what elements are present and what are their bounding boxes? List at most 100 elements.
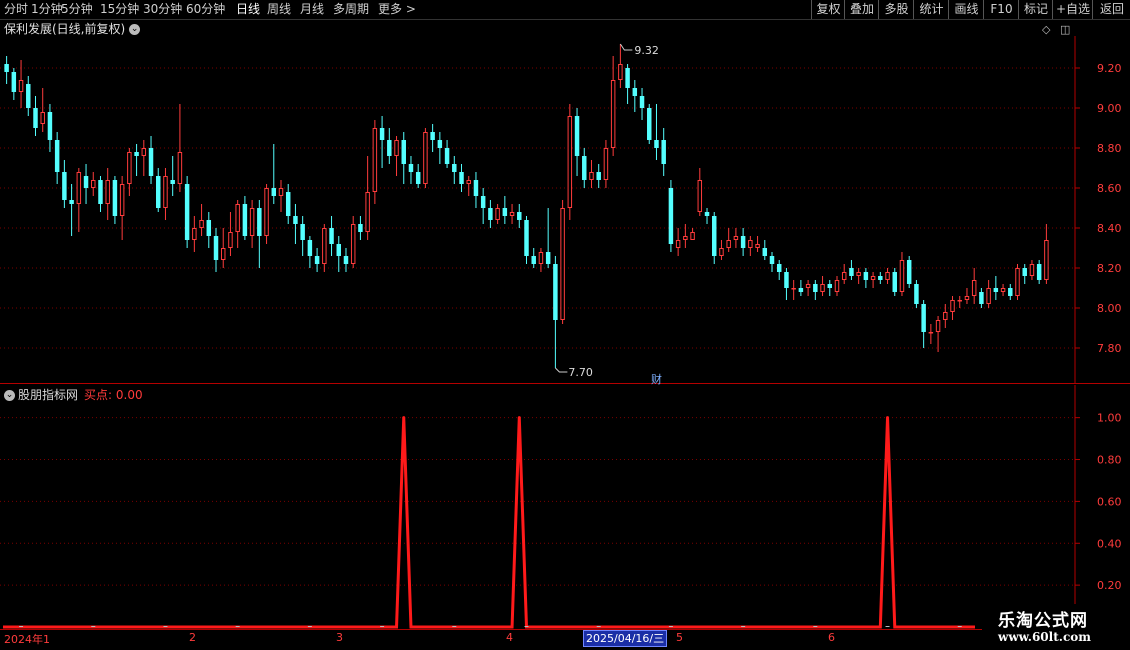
selected-date-label: 2025/04/16/三: [583, 630, 668, 647]
candle-body-up: [567, 116, 573, 208]
candle-body-up: [322, 228, 327, 264]
statistics-button[interactable]: 统计: [913, 0, 949, 19]
candle-body-up: [964, 296, 970, 300]
date-axis-label: 4: [506, 631, 513, 644]
candle-body-down: [574, 116, 580, 156]
candle-body-down: [430, 132, 435, 140]
candle-body-down: [242, 204, 248, 236]
candle-body-up: [249, 208, 255, 236]
date-axis-label: 6: [828, 631, 835, 644]
candle-body-up: [805, 284, 811, 288]
add-favorite-button[interactable]: +自选: [1052, 0, 1093, 19]
buy-signal-peak: [886, 416, 890, 420]
diamond-icon[interactable]: ◇: [1042, 23, 1050, 36]
buy-signal-chart[interactable]: 1.00 0.80 0.60 0.40 0.20: [0, 385, 1130, 630]
candle-body-down: [849, 268, 854, 276]
candle-body-down: [704, 212, 710, 216]
candle-body-down: [625, 68, 630, 88]
candle-body-up: [755, 244, 760, 248]
candle-body-down: [4, 64, 9, 72]
stock-title: 保利发展(日线,前复权): [4, 22, 126, 36]
watermark-url: www.60lt.com: [998, 630, 1091, 644]
candle-body-up: [199, 220, 204, 228]
baseline-marker: [452, 626, 457, 627]
date-axis-label: 5: [676, 631, 683, 644]
baseline-marker: [813, 626, 818, 627]
draw-line-button[interactable]: 画线: [948, 0, 984, 19]
candle-body-up: [943, 312, 948, 320]
candle-body-down: [62, 172, 67, 200]
overlay-button[interactable]: 叠加: [844, 0, 879, 19]
period-tab-daily[interactable]: 日线: [236, 1, 260, 18]
restore-rights-button[interactable]: 复权: [811, 0, 845, 19]
indicator-tick-label: 0.40: [1097, 537, 1122, 550]
period-tab-30min[interactable]: 30分钟: [143, 1, 182, 18]
chevron-down-icon[interactable]: ⌄: [129, 24, 141, 35]
candle-body-up: [235, 204, 240, 232]
panel-toggle-icon[interactable]: ◫: [1060, 23, 1070, 36]
multi-stock-button[interactable]: 多股: [878, 0, 914, 19]
candle-body-down: [776, 264, 782, 272]
indicator-tick-label: 0.80: [1097, 454, 1122, 467]
candlestick-chart[interactable]: 9.32 7.70 9.20 9.00 8.80 8.60 8.40 8.20 8.00 7.8…: [0, 36, 1130, 384]
candle-body-down: [921, 304, 926, 332]
period-tab-1min[interactable]: 1分钟: [31, 1, 63, 18]
candle-body-up: [675, 240, 681, 248]
candle-body-up: [264, 188, 269, 236]
price-tick-label: 9.20: [1097, 62, 1122, 75]
candle-body-down: [156, 176, 161, 208]
date-axis-label: 2: [189, 631, 196, 644]
candle-body-up: [119, 184, 125, 216]
low-price-label: 7.70: [568, 366, 593, 379]
period-tab-monthly[interactable]: 月线: [300, 1, 324, 18]
candle-body-up: [177, 152, 183, 184]
price-tick-label: 7.80: [1097, 342, 1122, 355]
candle-body-down: [661, 140, 666, 164]
indicator-tick-label: 1.00: [1097, 412, 1122, 425]
candle-body-down: [271, 188, 277, 196]
period-tab-60min[interactable]: 60分钟: [186, 1, 225, 18]
candle-body-down: [827, 284, 833, 288]
back-button[interactable]: 返回: [1092, 0, 1130, 19]
date-axis-label: 2024年1: [4, 633, 50, 646]
candle-body-up: [856, 272, 861, 276]
f10-button[interactable]: F10: [983, 0, 1019, 19]
candle-body-down: [647, 108, 652, 140]
candle-body-down: [148, 148, 154, 176]
price-tick-label: 9.00: [1097, 102, 1122, 115]
candle-body-up: [719, 248, 724, 256]
baseline-marker: [885, 626, 890, 627]
candle-body-down: [517, 212, 522, 220]
date-axis-label: 3: [336, 631, 343, 644]
period-tab-weekly[interactable]: 周线: [267, 1, 291, 18]
candle-body-down: [387, 140, 392, 156]
period-tab-timeshare[interactable]: 分时: [4, 1, 28, 18]
candle-body-down: [784, 272, 789, 288]
price-tick-label: 8.60: [1097, 182, 1122, 195]
candle-body-down: [379, 128, 385, 140]
period-tab-5min[interactable]: 5分钟: [61, 1, 93, 18]
candle-body-down: [813, 284, 818, 292]
period-tab-more[interactable]: 更多 >: [378, 1, 416, 18]
candle-body-up: [957, 300, 962, 302]
indicator-tick-label: 0.60: [1097, 495, 1122, 508]
candle-body-up: [1015, 268, 1020, 296]
baseline-marker: [91, 626, 96, 627]
period-tab-multi[interactable]: 多周期: [333, 1, 369, 18]
high-price-pointer: [619, 43, 633, 51]
mark-button[interactable]: 标记: [1018, 0, 1053, 19]
candle-body-down: [408, 164, 414, 172]
candle-body-down: [336, 244, 342, 256]
candle-body-up: [192, 228, 197, 240]
candle-body-up: [509, 212, 515, 216]
candle-body-up: [697, 180, 703, 212]
candle-body-up: [372, 128, 378, 192]
baseline-marker: [741, 626, 746, 627]
period-tab-15min[interactable]: 15分钟: [100, 1, 139, 18]
candle-body-up: [1029, 264, 1035, 276]
candle-body-down: [531, 256, 536, 264]
candle-body-down: [632, 88, 638, 96]
candle-body-down: [798, 288, 804, 292]
candle-body-down: [69, 200, 74, 204]
candle-body-down: [596, 172, 601, 180]
